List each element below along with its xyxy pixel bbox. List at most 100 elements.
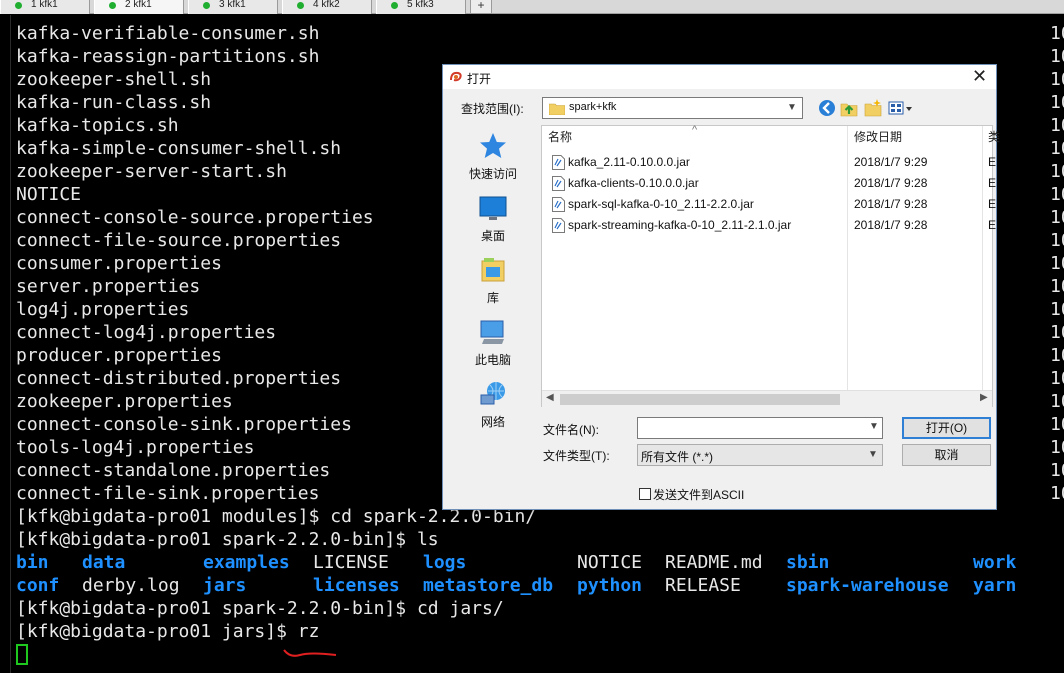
session-tab-2[interactable]: 2 kfk1 <box>94 0 184 14</box>
ls-entry-file: derby.log <box>82 575 180 596</box>
back-icon[interactable] <box>817 98 837 118</box>
send-as-ascii-checkbox[interactable] <box>639 488 651 500</box>
terminal-command-line: [kfk@bigdata-pro01 spark-2.2.0-bin]$ ls <box>16 529 439 550</box>
connected-status-icon <box>391 2 398 9</box>
column-header-date[interactable]: 修改日期 <box>854 126 902 148</box>
file-type-partial: E <box>988 155 997 169</box>
terminal-right-column: 10 <box>1050 276 1064 297</box>
close-button[interactable]: ✕ <box>963 65 996 89</box>
dialog-title: 打开 <box>467 72 492 86</box>
ls-entry-dir: licenses <box>313 575 400 596</box>
ls-entry-dir: logs <box>423 552 467 573</box>
ls-output-row: conf derby.log jars licenses metastore_d… <box>16 574 1056 597</box>
file-name: kafka-clients-0.10.0.0.jar <box>568 176 699 190</box>
terminal-line: producer.properties <box>16 345 222 366</box>
terminal-line: log4j.properties <box>16 299 190 320</box>
file-type-partial: E <box>988 197 997 211</box>
app-shell-icon <box>450 71 462 82</box>
file-row[interactable]: kafka_2.11-0.10.0.0.jar 2018/1/7 9:29 E <box>548 152 996 173</box>
place-network[interactable]: 网络 <box>461 379 525 437</box>
place-desktop[interactable]: 桌面 <box>461 193 525 251</box>
session-tab-3[interactable]: 3 kfk1 <box>188 0 278 14</box>
ls-entry-dir: bin <box>16 552 49 573</box>
terminal-right-column: 10 <box>1050 207 1064 228</box>
open-button[interactable]: 打开(O) <box>902 417 991 439</box>
file-type-dropdown[interactable]: 所有文件 (*.*) ▼ <box>637 444 883 466</box>
place-this-pc[interactable]: 此电脑 <box>461 317 525 375</box>
ls-entry-dir: yarn <box>973 575 1017 596</box>
horizontal-scrollbar[interactable]: ◀ ▶ <box>542 390 992 407</box>
terminal-line: connect-file-sink.properties <box>16 483 320 504</box>
terminal-line: kafka-run-class.sh <box>16 92 212 113</box>
place-label: 快速访问 <box>468 167 517 181</box>
tab-label: 4 kfk2 <box>313 0 340 10</box>
terminal-right-column: 10 <box>1050 46 1064 67</box>
terminal-right-column: 10 <box>1050 23 1064 44</box>
tab-label: 3 kfk1 <box>219 0 246 10</box>
chevron-down-icon[interactable]: ▼ <box>869 421 879 432</box>
scroll-left-icon[interactable]: ◀ <box>546 392 554 403</box>
place-libraries[interactable]: 库 <box>461 255 525 313</box>
jar-file-icon <box>552 155 565 170</box>
ls-entry-dir: metastore_db <box>423 575 554 596</box>
view-menu-icon[interactable] <box>887 98 915 118</box>
file-type-value: 所有文件 (*.*) <box>641 450 714 464</box>
session-tab-1[interactable]: 1 kfk1 <box>0 0 90 14</box>
cancel-button[interactable]: 取消 <box>902 444 991 466</box>
session-tab-4[interactable]: 4 kfk2 <box>282 0 372 14</box>
terminal-right-column: 10 <box>1050 184 1064 205</box>
scrollbar-thumb[interactable] <box>560 394 840 405</box>
dialog-title-bar[interactable]: 打开 ✕ <box>443 65 996 89</box>
ls-output-row: bin data examples LICENSE logs NOTICE RE… <box>16 551 1056 574</box>
terminal-line: kafka-verifiable-consumer.sh <box>16 23 320 44</box>
ls-entry-dir: examples <box>203 552 290 573</box>
look-in-label: 查找范围(I): <box>461 102 524 116</box>
file-row[interactable]: kafka-clients-0.10.0.0.jar 2018/1/7 9:28… <box>548 173 996 194</box>
terminal-command-line: [kfk@bigdata-pro01 jars]$ rz <box>16 621 320 642</box>
scroll-right-icon[interactable]: ▶ <box>980 392 988 403</box>
file-date: 2018/1/7 9:29 <box>854 155 928 169</box>
computer-icon <box>480 320 504 344</box>
terminal-line: connect-distributed.properties <box>16 368 342 389</box>
star-icon <box>480 133 506 158</box>
tab-label: 2 kfk1 <box>125 0 152 10</box>
terminal-right-column: 10 <box>1050 460 1064 481</box>
ls-entry-dir: spark-warehouse <box>786 575 949 596</box>
file-row[interactable]: spark-streaming-kafka-0-10_2.11-2.1.0.ja… <box>548 215 996 236</box>
terminal-line: kafka-simple-consumer-shell.sh <box>16 138 342 159</box>
session-tab-bar: 1 kfk1 2 kfk1 3 kfk1 4 kfk2 5 kfk3 + <box>0 0 1064 14</box>
file-list[interactable]: 名称 ^ 修改日期 类 kafka_2.11-0.10.0.0.jar 2018… <box>541 124 1000 407</box>
sort-ascending-icon: ^ <box>692 124 698 136</box>
terminal-line: connect-console-sink.properties <box>16 414 352 435</box>
terminal-right-column: 10 <box>1050 437 1064 458</box>
file-type-label: 文件类型(T): <box>543 449 610 463</box>
look-in-dropdown[interactable]: spark+kfk ▼ <box>542 97 803 119</box>
column-header-type[interactable]: 类 <box>988 126 1000 148</box>
jar-file-icon <box>552 176 565 191</box>
folder-icon <box>549 103 565 115</box>
session-tab-5[interactable]: 5 kfk3 <box>376 0 466 14</box>
desktop-icon <box>479 196 507 220</box>
ls-entry-file: NOTICE <box>577 552 643 573</box>
place-label: 桌面 <box>480 229 505 243</box>
file-row[interactable]: spark-sql-kafka-0-10_2.11-2.2.0.jar 2018… <box>548 194 996 215</box>
connected-status-icon <box>15 2 22 9</box>
up-folder-icon[interactable] <box>839 98 859 118</box>
file-type-partial: E <box>988 218 997 232</box>
place-label: 网络 <box>480 415 505 429</box>
column-header-name[interactable]: 名称 <box>548 126 572 148</box>
file-name: spark-streaming-kafka-0-10_2.11-2.1.0.ja… <box>568 218 792 232</box>
ls-entry-file: README.md <box>665 552 763 573</box>
file-name-input[interactable] <box>637 417 883 439</box>
terminal-right-column: 10 <box>1050 138 1064 159</box>
jar-file-icon <box>552 218 565 233</box>
terminal-line: connect-console-source.properties <box>16 207 374 228</box>
chevron-down-icon: ▼ <box>787 102 797 113</box>
terminal-right-column: 10 <box>1050 69 1064 90</box>
look-in-value: spark+kfk <box>569 101 617 113</box>
place-quick-access[interactable]: 快速访问 <box>461 131 525 189</box>
jar-file-icon <box>552 197 565 212</box>
new-tab-button[interactable]: + <box>470 0 492 14</box>
new-folder-icon[interactable] <box>863 98 883 118</box>
file-name-label: 文件名(N): <box>543 423 599 437</box>
